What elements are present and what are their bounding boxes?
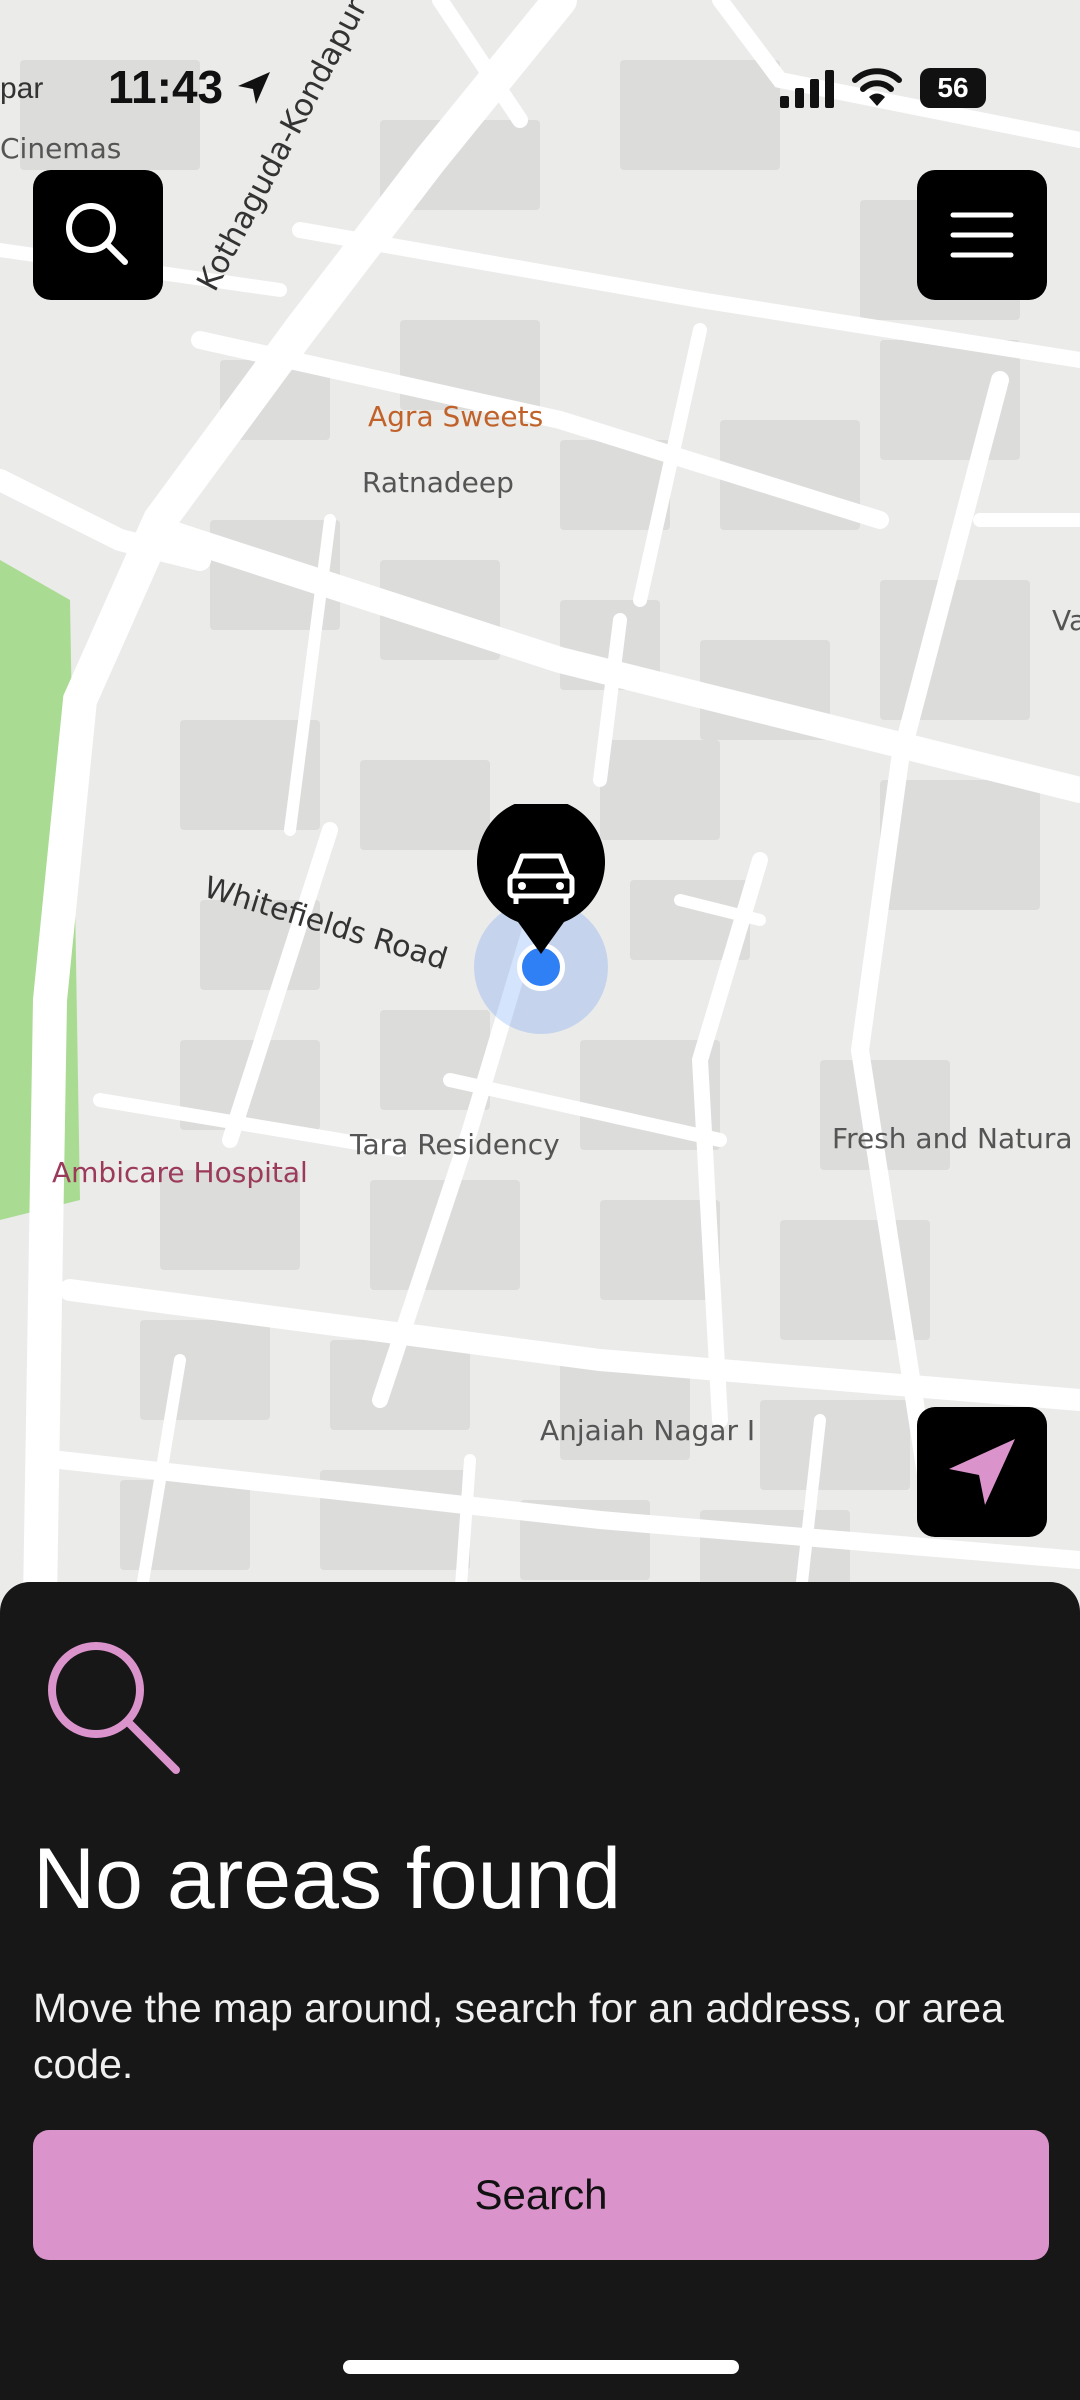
map-label-anjaiah-nagar: Anjaiah Nagar I <box>540 1414 756 1447</box>
battery-icon: 56 <box>920 68 986 108</box>
recenter-location-button[interactable] <box>917 1407 1047 1537</box>
map-label-tara-residency: Tara Residency <box>350 1128 560 1161</box>
status-left-edge-text: par <box>0 72 44 105</box>
map-label-fresh-natural: Fresh and Natura <box>832 1122 1073 1155</box>
vehicle-pin[interactable] <box>474 804 608 954</box>
home-indicator[interactable] <box>343 2360 739 2374</box>
menu-icon <box>950 212 1014 258</box>
empty-state-title: No areas found <box>33 1831 622 1927</box>
cellular-signal-icon <box>780 70 834 108</box>
map-label-ambicare-hospital: Ambicare Hospital <box>52 1156 308 1189</box>
map-label-va: Va <box>1052 604 1080 637</box>
status-bar: par 11:43 56 <box>0 0 1080 180</box>
status-time: 11:43 <box>108 61 224 113</box>
battery-level: 56 <box>937 72 969 103</box>
map-label-ratnadeep: Ratnadeep <box>362 466 514 499</box>
empty-state-description: Move the map around, search for an addre… <box>33 1985 1004 2087</box>
map-label-agra-sweets: Agra Sweets <box>368 400 544 433</box>
search-button[interactable]: Search <box>33 2130 1049 2260</box>
search-illustration-icon <box>48 1642 180 1774</box>
menu-button[interactable] <box>917 170 1047 300</box>
map-search-button[interactable] <box>33 170 163 300</box>
wifi-icon <box>852 68 902 106</box>
navigation-arrow-icon <box>949 1439 1015 1505</box>
search-icon <box>66 203 128 265</box>
location-arrow-icon <box>238 72 270 104</box>
